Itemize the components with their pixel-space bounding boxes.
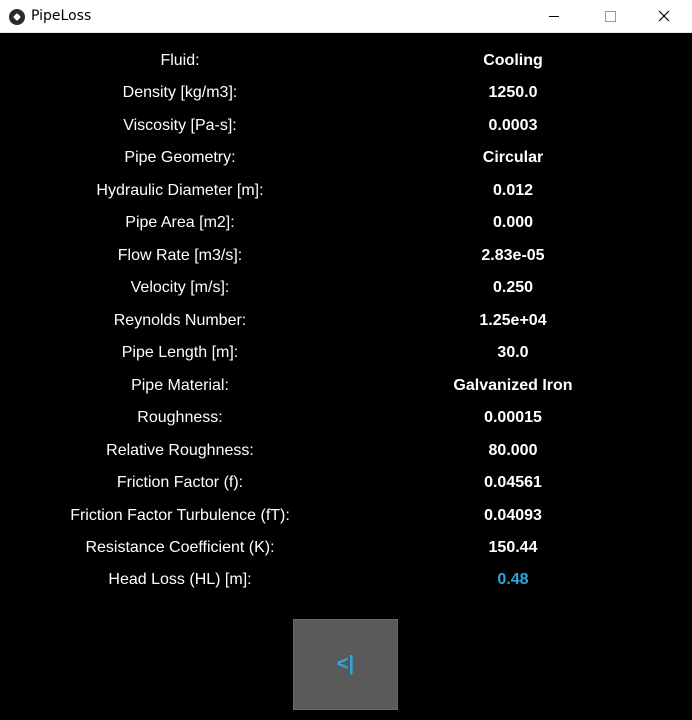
result-label: Reynolds Number: xyxy=(113,312,247,329)
result-label: Relative Roughness: xyxy=(106,442,254,459)
result-label: Hydraulic Diameter [m]: xyxy=(96,182,264,199)
result-value: 0.04561 xyxy=(484,474,542,491)
minimize-button[interactable] xyxy=(531,0,577,32)
result-value: 1250.0 xyxy=(488,84,538,101)
back-button[interactable]: <| xyxy=(293,619,398,710)
result-row-pipe-area: Pipe Area [m2]: 0.000 xyxy=(0,207,692,239)
result-row-pipe-material: Pipe Material: Galvanized Iron xyxy=(0,370,692,402)
result-label: Resistance Coefficient (K): xyxy=(85,539,275,556)
window-title: PipeLoss xyxy=(31,8,92,24)
result-row-pipe-length: Pipe Length [m]: 30.0 xyxy=(0,337,692,369)
result-row-hydraulic-diameter: Hydraulic Diameter [m]: 0.012 xyxy=(0,175,692,207)
result-row-pipe-geometry: Pipe Geometry: Circular xyxy=(0,142,692,174)
result-value: 1.25e+04 xyxy=(479,312,547,329)
result-label: Roughness: xyxy=(137,409,223,426)
result-value: Galvanized Iron xyxy=(453,377,573,394)
result-label: Friction Factor (f): xyxy=(116,474,244,491)
result-label: Pipe Material: xyxy=(131,377,229,394)
result-row-fluid: Fluid: Cooling xyxy=(0,45,692,77)
result-row-velocity: Velocity [m/s]: 0.250 xyxy=(0,272,692,304)
maximize-button[interactable] xyxy=(587,0,633,32)
maximize-icon xyxy=(604,10,616,22)
title-bar: PipeLoss xyxy=(0,0,692,33)
result-row-friction-factor: Friction Factor (f): 0.04561 xyxy=(0,467,692,499)
result-row-roughness: Roughness: 0.00015 xyxy=(0,402,692,434)
result-row-flow-rate: Flow Rate [m3/s]: 2.83e-05 xyxy=(0,240,692,272)
result-value: 0.250 xyxy=(492,279,534,296)
result-value: Circular xyxy=(482,149,544,166)
result-label: Fluid: xyxy=(160,52,200,69)
result-value: 0.04093 xyxy=(484,507,542,524)
result-label: Pipe Length [m]: xyxy=(121,344,239,361)
app-icon xyxy=(9,9,25,25)
result-value: Cooling xyxy=(483,52,543,69)
close-icon xyxy=(658,10,670,22)
result-label: Pipe Geometry: xyxy=(124,149,236,166)
results-panel: Fluid: Cooling Density [kg/m3]: 1250.0 V… xyxy=(0,33,692,720)
result-row-resistance-coefficient: Resistance Coefficient (K): 150.44 xyxy=(0,532,692,564)
result-value: 0.0003 xyxy=(488,117,538,134)
result-label: Velocity [m/s]: xyxy=(130,279,230,296)
result-value: 0.00015 xyxy=(484,409,542,426)
minimize-icon xyxy=(549,15,559,17)
result-label: Friction Factor Turbulence (fT): xyxy=(70,507,290,524)
head-loss-value: 0.48 xyxy=(497,571,529,588)
result-label: Head Loss (HL) [m]: xyxy=(108,571,252,588)
result-label: Pipe Area [m2]: xyxy=(125,214,235,231)
result-label: Viscosity [Pa-s]: xyxy=(123,117,237,134)
result-value: 0.012 xyxy=(492,182,534,199)
result-label: Density [kg/m3]: xyxy=(122,84,238,101)
result-row-viscosity: Viscosity [Pa-s]: 0.0003 xyxy=(0,110,692,142)
result-value: 150.44 xyxy=(488,539,538,556)
result-row-reynolds-number: Reynolds Number: 1.25e+04 xyxy=(0,305,692,337)
result-value: 30.0 xyxy=(497,344,529,361)
result-row-head-loss: Head Loss (HL) [m]: 0.48 xyxy=(0,564,692,596)
result-value: 80.000 xyxy=(488,442,538,459)
result-label: Flow Rate [m3/s]: xyxy=(117,247,243,264)
result-value: 0.000 xyxy=(492,214,534,231)
result-row-density: Density [kg/m3]: 1250.0 xyxy=(0,77,692,109)
result-value: 2.83e-05 xyxy=(481,247,545,264)
result-row-relative-roughness: Relative Roughness: 80.000 xyxy=(0,435,692,467)
result-row-friction-factor-turbulence: Friction Factor Turbulence (fT): 0.04093 xyxy=(0,500,692,532)
close-button[interactable] xyxy=(641,0,687,32)
